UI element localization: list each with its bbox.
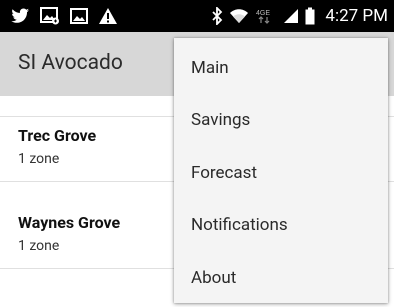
status-bar-clock: 4:27 PM: [325, 6, 388, 26]
lte-icon: 4GE: [255, 8, 277, 24]
menu-item-forecast[interactable]: Forecast: [174, 147, 388, 199]
app-title: SI Avocado: [18, 51, 123, 75]
overflow-menu: Main Savings Forecast Notifications Abou…: [174, 38, 388, 303]
status-bar: 4GE 4:27 PM: [0, 0, 394, 32]
signal-icon: [283, 8, 299, 24]
gallery-icon: [70, 8, 88, 24]
wifi-icon: [229, 8, 249, 24]
menu-item-savings[interactable]: Savings: [174, 94, 388, 146]
warning-icon: [98, 7, 118, 25]
menu-item-notifications[interactable]: Notifications: [174, 199, 388, 251]
list-item-subtitle: 1 zone: [18, 238, 60, 254]
status-bar-system: 4GE 4:27 PM: [211, 5, 388, 27]
image-notification-icon: [40, 7, 60, 25]
menu-item-about[interactable]: About: [174, 252, 388, 304]
network-label: 4GE: [256, 10, 270, 17]
list-item-subtitle: 1 zone: [18, 151, 60, 167]
bluetooth-icon: [211, 7, 223, 25]
list-item-title: Waynes Grove: [18, 213, 121, 232]
status-bar-notifications: [10, 6, 118, 26]
menu-item-main[interactable]: Main: [174, 42, 388, 94]
battery-icon: [305, 7, 315, 25]
twitter-icon: [10, 8, 30, 24]
list-item-title: Trec Grove: [18, 126, 97, 145]
